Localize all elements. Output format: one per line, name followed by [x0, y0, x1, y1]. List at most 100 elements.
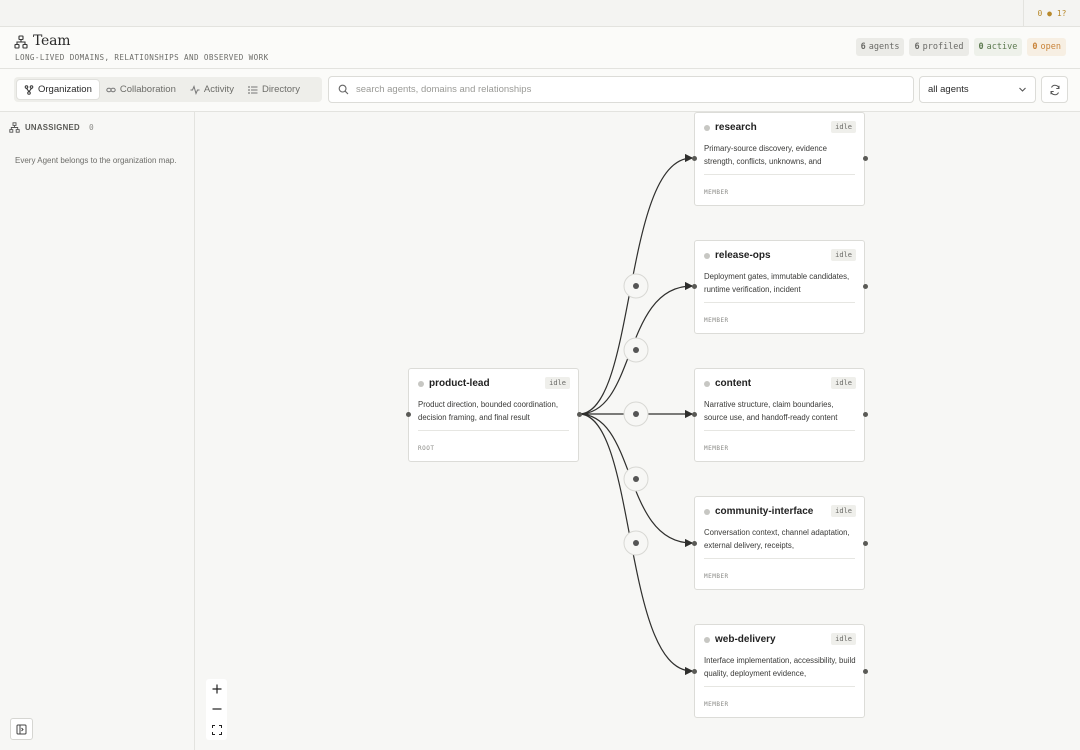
agent-filter-value: all agents — [928, 84, 969, 95]
tab-directory[interactable]: Directory — [241, 80, 307, 99]
status-badge: idle — [545, 377, 570, 389]
agent-node-release-ops[interactable]: release-ops idle Deployment gates, immut… — [694, 240, 865, 334]
node-port[interactable] — [692, 412, 697, 417]
refresh-icon — [1050, 84, 1059, 95]
status-badge: idle — [831, 633, 856, 645]
edge-handle[interactable] — [623, 273, 649, 299]
agents-count: 6 — [860, 42, 866, 52]
page-title: Team — [33, 33, 71, 49]
edge-handle[interactable] — [623, 530, 649, 556]
agent-node-product-lead[interactable]: product-lead idle Product direction, bou… — [408, 368, 579, 462]
team-hierarchy-icon — [14, 35, 28, 49]
fit-view-icon — [211, 724, 222, 735]
version-indicator[interactable]: 0 ● 1? — [1023, 0, 1080, 27]
tab-collaboration[interactable]: Collaboration — [99, 80, 183, 99]
agent-description: Interface implementation, accessibility,… — [704, 656, 856, 678]
search-input[interactable] — [356, 84, 896, 95]
tab-organization[interactable]: Organization — [17, 80, 99, 99]
agent-role: MEMBER — [704, 701, 729, 708]
tab-activity[interactable]: Activity — [183, 80, 241, 99]
node-port[interactable] — [406, 412, 411, 417]
agent-name: release-ops — [715, 250, 771, 261]
search-icon — [338, 84, 349, 95]
page-subtitle: LONG-LIVED DOMAINS, RELATIONSHIPS AND OB… — [15, 53, 269, 62]
toolbar: Organization Collaboration Activity Dire… — [0, 69, 1080, 112]
sidebar-toggle-button[interactable] — [10, 718, 33, 740]
status-badge: idle — [831, 121, 856, 133]
edge-handle[interactable] — [623, 337, 649, 363]
pulse-icon — [190, 84, 200, 95]
node-port[interactable] — [692, 669, 697, 674]
agent-name: web-delivery — [715, 634, 776, 645]
minus-icon — [212, 708, 221, 711]
unassigned-label: UNASSIGNED — [25, 123, 80, 132]
divider — [704, 558, 855, 559]
divider — [704, 174, 855, 175]
edge-handle[interactable] — [623, 466, 649, 492]
agent-name: community-interface — [715, 506, 814, 517]
status-dot — [704, 253, 710, 259]
agent-node-web-delivery[interactable]: web-delivery idle Interface implementati… — [694, 624, 865, 718]
agents-label: agents — [868, 42, 900, 52]
panel-toggle-icon — [16, 724, 27, 734]
node-port[interactable] — [692, 156, 697, 161]
node-port[interactable] — [863, 156, 868, 161]
stats-badges: 6 agents 6 profiled 0 active 0 open — [855, 38, 1066, 56]
node-port[interactable] — [577, 412, 582, 417]
divider — [704, 686, 855, 687]
divider — [418, 430, 569, 431]
active-badge: 0 active — [973, 38, 1023, 56]
tab-activity-label: Activity — [203, 84, 234, 95]
agent-name: product-lead — [429, 378, 490, 389]
zoom-in-button[interactable] — [206, 680, 227, 699]
refresh-button[interactable] — [1041, 76, 1068, 103]
status-dot — [704, 125, 710, 131]
plus-icon — [212, 684, 221, 694]
status-badge: idle — [831, 505, 856, 517]
view-tabs: Organization Collaboration Activity Dire… — [14, 77, 322, 102]
agent-node-research[interactable]: research idle Primary-source discovery, … — [694, 112, 865, 206]
agent-name: research — [715, 122, 757, 133]
zoom-out-button[interactable] — [206, 700, 227, 719]
profiled-count: 6 — [914, 42, 920, 52]
top-strip: 0 ● 1? — [0, 0, 1080, 27]
node-port[interactable] — [863, 669, 868, 674]
chevron-down-icon — [1019, 87, 1026, 92]
fit-view-button[interactable] — [206, 720, 227, 739]
node-port[interactable] — [692, 284, 697, 289]
agent-role: MEMBER — [704, 573, 729, 580]
node-port[interactable] — [863, 541, 868, 546]
agent-description: Product direction, bounded coordination,… — [418, 400, 559, 422]
agent-role: MEMBER — [704, 445, 729, 452]
divider — [704, 302, 855, 303]
unassigned-header: UNASSIGNED 0 — [9, 122, 94, 133]
profiled-badge: 6 profiled — [909, 38, 969, 56]
tab-organization-label: Organization — [38, 84, 92, 95]
status-badge: idle — [831, 249, 856, 261]
agent-node-content[interactable]: content idle Narrative structure, claim … — [694, 368, 865, 462]
agent-filter-select[interactable]: all agents — [919, 76, 1036, 103]
organization-canvas[interactable]: product-lead idle Product direction, bou… — [195, 112, 1080, 750]
relationship-edges — [578, 153, 694, 676]
agent-role: MEMBER — [704, 189, 729, 196]
edge-handle[interactable] — [623, 401, 649, 427]
divider — [704, 430, 855, 431]
agent-node-community-interface[interactable]: community-interface idle Conversation co… — [694, 496, 865, 590]
status-dot — [418, 381, 424, 387]
agent-description: Primary-source discovery, evidence stren… — [704, 144, 827, 166]
status-dot — [704, 381, 710, 387]
agents-badge: 6 agents — [855, 38, 905, 56]
open-count: 0 — [1032, 42, 1038, 52]
node-port[interactable] — [692, 541, 697, 546]
agent-name: content — [715, 378, 752, 389]
node-port[interactable] — [863, 412, 868, 417]
node-port[interactable] — [863, 284, 868, 289]
unassigned-count: 0 — [89, 123, 94, 132]
agent-description: Narrative structure, claim boundaries, s… — [704, 400, 838, 422]
hierarchy-icon — [9, 122, 20, 133]
open-label: open — [1040, 42, 1061, 52]
active-count: 0 — [978, 42, 984, 52]
search-box — [328, 76, 914, 103]
tab-directory-label: Directory — [261, 84, 300, 95]
link-icon — [106, 87, 116, 92]
